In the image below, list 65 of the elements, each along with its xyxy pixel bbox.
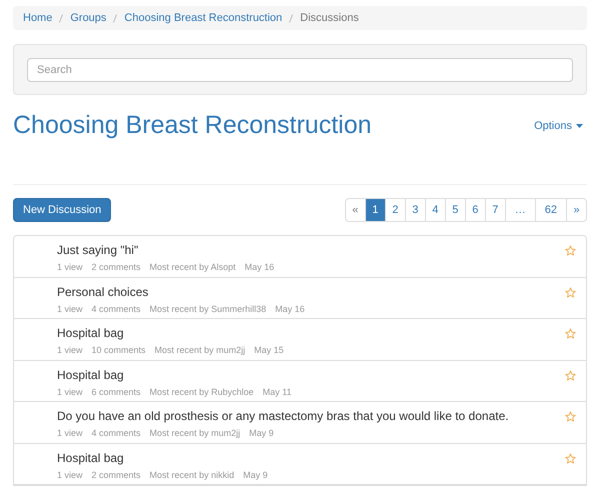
meta-text: 1 view: [57, 427, 83, 440]
meta-text: 1 view: [57, 261, 83, 274]
star-icon[interactable]: [565, 286, 576, 298]
options-menu[interactable]: Options: [534, 118, 583, 134]
slash-icon: [59, 14, 64, 22]
discussion-row[interactable]: Personal choices 1 view 4 comments Most recent by Summerhill38 May 16: [14, 278, 586, 319]
page-link[interactable]: »: [566, 198, 587, 222]
star-icon[interactable]: [565, 328, 576, 339]
page-link[interactable]: 7: [484, 198, 506, 222]
discussion-title[interactable]: Hospital bag: [57, 326, 284, 341]
meta-text: Most recent by Rubychloe: [150, 386, 254, 399]
meta-text: 6 comments: [92, 386, 141, 398]
date-label: May 11: [262, 386, 292, 399]
page-link[interactable]: 1: [364, 198, 386, 222]
slash-icon: [113, 14, 118, 22]
star-icon[interactable]: [565, 411, 576, 422]
meta-text: 10 comments: [92, 344, 146, 357]
page-link[interactable]: 6: [464, 198, 486, 222]
page-link[interactable]: 2: [384, 198, 406, 222]
discussion-row[interactable]: Hospital bag 1 view 10 comments Most recent by mum2jj May 15: [14, 319, 586, 360]
page-link[interactable]: 5: [444, 198, 466, 222]
breadcrumb-link[interactable]: Home: [23, 10, 52, 26]
discussion-title[interactable]: Personal choices: [57, 284, 305, 300]
meta-text: 2 comments: [92, 468, 141, 482]
date-label: May 15: [254, 344, 284, 357]
meta-text: 1 view: [57, 344, 83, 357]
discussion-title[interactable]: Just saying "hi": [57, 243, 274, 258]
date-label: May 9: [243, 468, 268, 482]
meta-text: 4 comments: [92, 427, 141, 440]
star-icon[interactable]: [565, 370, 576, 380]
meta-text: 4 comments: [92, 302, 141, 316]
discussion-row[interactable]: Hospital bag 1 view 6 comments Most recent by Rubychloe May 11: [14, 360, 586, 402]
star-icon[interactable]: [565, 452, 576, 464]
breadcrumb-link[interactable]: Groups: [70, 10, 106, 26]
discussion-row[interactable]: Hospital bag 1 view 2 comments Most recent by nikkid May 9: [14, 444, 586, 485]
discussion-row[interactable]: Just saying "hi" 1 view 2 comments Most recent by Alsopt May 16: [14, 236, 586, 278]
page-link[interactable]: 4: [424, 198, 446, 222]
page-link[interactable]: «: [344, 198, 366, 222]
meta-text: 2 comments: [92, 261, 141, 274]
meta-text: Most recent by Alsopt: [150, 261, 236, 274]
discussion-title[interactable]: Hospital bag: [57, 368, 292, 382]
date-label: May 9: [249, 427, 274, 440]
search-field[interactable]: Search: [27, 58, 573, 82]
page-link[interactable]: 3: [404, 198, 426, 222]
meta-text: Most recent by mum2jj: [150, 427, 240, 440]
caret-icon: [576, 124, 583, 128]
new-discussion-button[interactable]: New Discussion: [13, 198, 112, 222]
discussion-row[interactable]: Do you have an old prosthesis or any mastectomy bras that you would like to donate. 1 view 4 comments Most recent by mum2jj May 9: [14, 402, 586, 444]
group-title: Choosing Breast Reconstruction: [13, 110, 372, 141]
breadcrumb-current: Discussions: [300, 10, 359, 26]
page-link[interactable]: 62: [534, 198, 567, 222]
breadcrumb-link[interactable]: Choosing Breast Reconstruction: [124, 10, 282, 26]
meta-text: 1 view: [57, 386, 83, 398]
date-label: May 16: [244, 261, 274, 274]
date-label: May 16: [275, 302, 305, 316]
meta-text: 1 view: [57, 468, 83, 482]
page-link[interactable]: …: [504, 198, 536, 222]
meta-text: 1 view: [57, 302, 83, 316]
star-icon[interactable]: [565, 245, 576, 256]
discussion-title[interactable]: Do you have an old prosthesis or any mastectomy bras that you would like to donate.: [57, 409, 509, 424]
slash-icon: [289, 14, 294, 22]
meta-text: Most recent by mum2jj: [154, 344, 246, 357]
discussion-title[interactable]: Hospital bag: [57, 450, 268, 466]
meta-text: Most recent by nikkid: [150, 468, 234, 482]
meta-text: Most recent by Summerhill38: [150, 302, 266, 316]
